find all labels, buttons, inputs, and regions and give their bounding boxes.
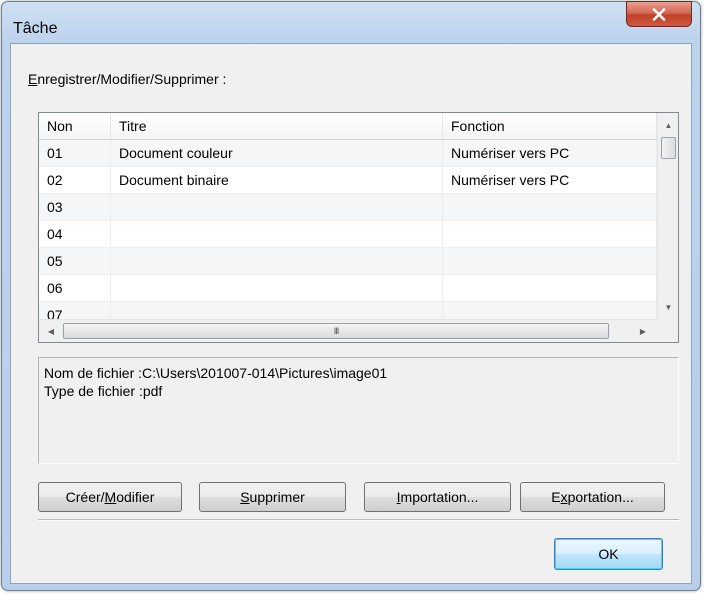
group-label: Enregistrer/Modifier/Supprimer :	[28, 71, 227, 87]
task-dialog-window: Tâche Enregistrer/Modifier/Supprimer : N…	[1, 1, 701, 591]
task-list[interactable]: Non Titre Fonction 01 Document couleur N…	[38, 112, 679, 343]
scrollbar-corner	[657, 319, 678, 342]
import-button[interactable]: Importation...	[364, 482, 511, 512]
cell-non: 02	[39, 167, 111, 193]
cell-titre	[111, 221, 443, 247]
list-header: Non Titre Fonction	[39, 113, 657, 140]
create-modify-button[interactable]: Créer/Modifier	[38, 482, 182, 512]
horizontal-scrollbar[interactable]: ◀ III ▶	[39, 319, 657, 342]
column-header-non[interactable]: Non	[39, 113, 111, 139]
window-title: Tâche	[13, 20, 58, 37]
cell-non: 01	[39, 140, 111, 166]
horizontal-scroll-thumb[interactable]: III	[63, 323, 609, 339]
cell-titre: Document binaire	[111, 167, 443, 193]
export-button[interactable]: Ex portation...	[520, 482, 665, 512]
table-row[interactable]: 04	[39, 221, 657, 248]
cell-non: 05	[39, 248, 111, 274]
table-row[interactable]: 05	[39, 248, 657, 275]
cell-titre	[111, 194, 443, 220]
dialog-client-area: Enregistrer/Modifier/Supprimer : Non Tit…	[10, 43, 692, 584]
cell-non: 06	[39, 275, 111, 301]
cell-fonction: Numériser vers PC	[443, 167, 657, 193]
separator	[38, 519, 679, 521]
cell-fonction	[443, 248, 657, 274]
vertical-scroll-thumb[interactable]	[661, 137, 676, 159]
scroll-up-arrow-icon[interactable]: ▲	[658, 115, 678, 135]
cell-fonction	[443, 275, 657, 301]
vertical-scrollbar[interactable]: ▲ ▼	[657, 113, 678, 319]
file-name-text: Nom de fichier :C:\Users\201007-014\Pict…	[44, 365, 388, 381]
cell-non: 03	[39, 194, 111, 220]
scroll-grip-icon: III	[333, 326, 339, 336]
cell-fonction: Numériser vers PC	[443, 140, 657, 166]
column-header-titre[interactable]: Titre	[111, 113, 443, 139]
cell-titre	[111, 275, 443, 301]
file-info-panel: Nom de fichier :C:\Users\201007-014\Pict…	[38, 357, 679, 464]
cell-non: 04	[39, 221, 111, 247]
table-row[interactable]: 06	[39, 275, 657, 302]
close-icon	[652, 7, 666, 21]
table-row[interactable]: 03	[39, 194, 657, 221]
cell-titre	[111, 248, 443, 274]
title-bar[interactable]: Tâche	[2, 1, 700, 42]
column-header-fonction[interactable]: Fonction	[443, 113, 657, 139]
cell-titre: Document couleur	[111, 140, 443, 166]
cell-fonction	[443, 194, 657, 220]
scroll-right-arrow-icon[interactable]: ▶	[633, 320, 653, 342]
delete-button[interactable]: Supprimer	[199, 482, 346, 512]
cell-fonction	[443, 221, 657, 247]
list-rows: 01 Document couleur Numériser vers PC 02…	[39, 140, 657, 329]
scroll-left-arrow-icon[interactable]: ◀	[41, 320, 61, 342]
scroll-down-arrow-icon[interactable]: ▼	[658, 297, 678, 317]
ok-button[interactable]: OK	[554, 538, 663, 570]
table-row[interactable]: 01 Document couleur Numériser vers PC	[39, 140, 657, 167]
table-row[interactable]: 02 Document binaire Numériser vers PC	[39, 167, 657, 194]
file-type-text: Type de fichier :pdf	[44, 383, 163, 399]
close-button[interactable]	[626, 1, 692, 27]
